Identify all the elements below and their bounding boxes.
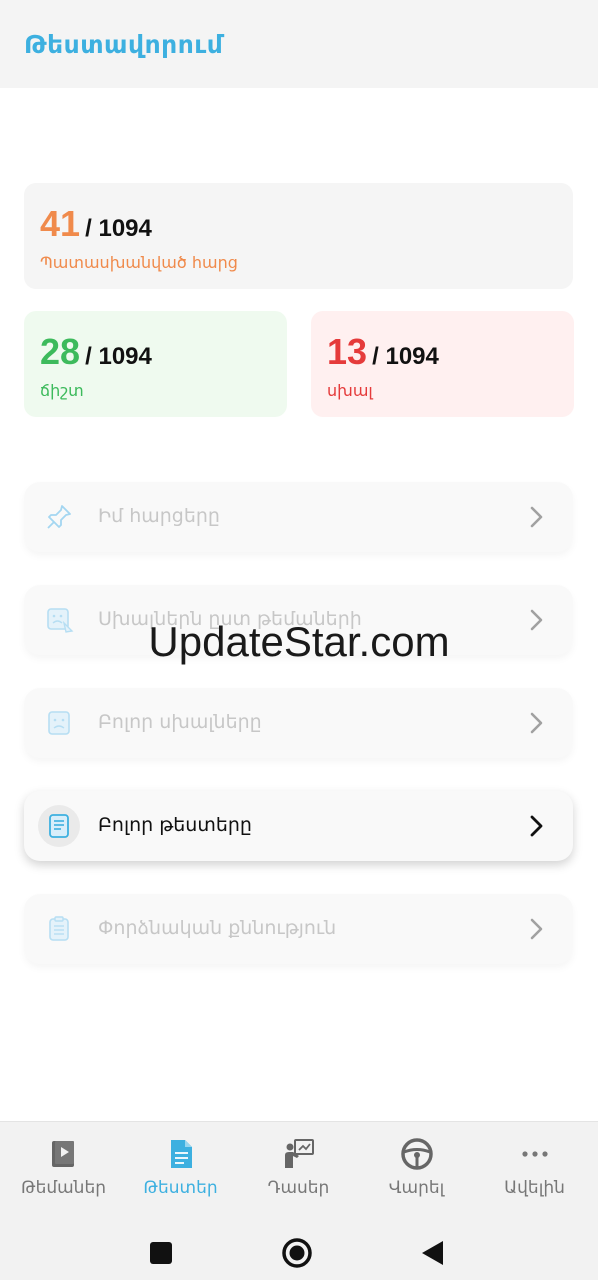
tab-label: Վարել [388,1178,445,1198]
answered-label: Պատասխանված հարց [40,253,238,272]
tab-label: Դասեր [267,1178,330,1198]
tab-more[interactable]: Ավելին [475,1122,594,1222]
chevron-right-icon [530,712,543,734]
document-icon [171,1140,192,1168]
menu-label-all-tests: Բոլոր թեստերը [98,814,252,836]
chevron-right-icon [530,815,543,837]
page-title: Թեստավորում [24,30,224,59]
wrong-answers-card: 13 / 1094 սխալ [311,311,574,417]
answered-count: 41 [40,203,81,244]
menu-all-mistakes[interactable]: Բոլոր սխալները [24,688,573,758]
steering-wheel-icon [401,1138,433,1170]
tab-topics[interactable]: Թեմաներ [4,1122,123,1222]
tab-label: Թեմաներ [20,1178,107,1198]
video-book-icon [52,1141,74,1167]
tab-label: Ավելին [504,1178,565,1198]
back-icon[interactable] [413,1231,453,1271]
wrong-count: 13 [327,331,368,372]
correct-total: / 1094 [85,343,152,370]
menu-all-tests[interactable]: Բոլոր թեստերը [24,791,573,861]
menu-label-my-questions: Իմ հարցերը [98,505,220,527]
clipboard-icon [38,908,80,950]
pin-icon [38,496,80,538]
correct-answers-card: 28 / 1094 ճիշտ [24,311,287,417]
sad-face-icon [38,702,80,744]
more-dots-icon [522,1151,548,1157]
tab-lessons[interactable]: Դասեր [239,1122,358,1222]
teacher-board-icon [285,1139,314,1168]
bottom-navigation: Թեմաներ Թեստեր Դասեր Վարել Ավելին [0,1121,598,1222]
wrong-label: սխալ [327,381,373,400]
chevron-right-icon [530,506,543,528]
menu-label-trial-exam: Փորձնական քննություն [98,917,337,939]
wrong-total: / 1094 [372,343,439,370]
app-header: Թեստավորում [0,0,598,88]
tab-tests[interactable]: Թեստեր [121,1122,240,1222]
system-navigation-bar [0,1221,598,1280]
correct-label: ճիշտ [40,381,84,400]
home-icon[interactable] [277,1231,317,1271]
watermark: UpdateStar.com [148,618,450,665]
test-list-icon [38,805,80,847]
menu-my-questions[interactable]: Իմ հարցերը [24,482,573,552]
answered-questions-card: 41 / 1094 Պատասխանված հարց [24,183,573,289]
tab-label: Թեստեր [143,1178,218,1198]
menu-trial-exam[interactable]: Փորձնական քննություն [24,894,573,964]
tab-drive[interactable]: Վարել [357,1122,476,1222]
chevron-right-icon [530,918,543,940]
answered-total: / 1094 [85,215,152,242]
menu-label-all-mistakes: Բոլոր սխալները [98,711,262,733]
recent-apps-icon[interactable] [141,1231,181,1271]
correct-count: 28 [40,331,81,372]
